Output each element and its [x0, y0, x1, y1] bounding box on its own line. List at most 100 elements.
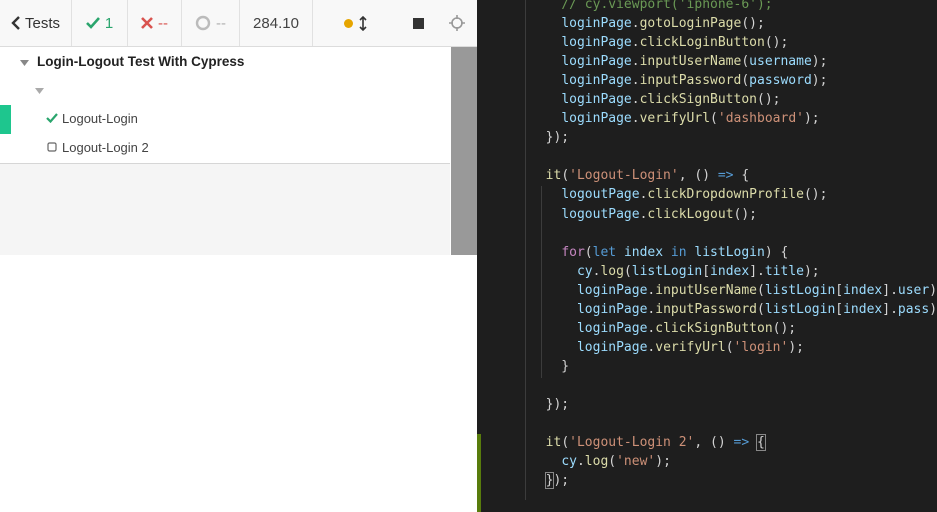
code-token: verifyUrl: [655, 339, 726, 355]
code-line[interactable]: it('Logout-Login 2', () => {: [530, 433, 937, 452]
code-token: logoutPage: [561, 206, 640, 222]
code-token: loginPage: [561, 16, 632, 32]
failed-count: --: [128, 0, 182, 46]
code-token: clickLoginButton: [639, 35, 765, 51]
sort-arrows-icon: [358, 15, 367, 31]
code-token: it: [545, 168, 562, 184]
suite-row[interactable]: Login-Logout Test With Cypress: [0, 48, 244, 74]
code-token: }: [530, 358, 570, 374]
code-line[interactable]: });: [530, 128, 937, 147]
indent-guide: [525, 0, 526, 500]
stop-icon: [412, 17, 424, 29]
code-line[interactable]: logoutPage.clickDropdownProfile();: [530, 185, 937, 204]
code-token: listLogin: [764, 282, 836, 298]
code-line[interactable]: [530, 147, 937, 166]
code-line[interactable]: loginPage.inputUserName(listLogin[index]…: [530, 281, 937, 300]
code-line[interactable]: loginPage.clickLoginButton();: [530, 33, 937, 52]
stop-button[interactable]: [397, 0, 439, 46]
code-token: {: [756, 434, 766, 452]
code-token: });: [530, 130, 570, 146]
tests-back-button[interactable]: Tests: [0, 0, 72, 46]
code-token: loginPage: [561, 35, 632, 51]
x-icon: [141, 17, 153, 29]
code-content[interactable]: // cy.viewport('iphone-6'); loginPage.go…: [530, 0, 937, 490]
code-token: , (): [678, 168, 718, 184]
code-token: );: [788, 339, 804, 355]
code-token: index: [623, 244, 664, 260]
code-token: for: [561, 244, 585, 260]
reporter-scrollbar[interactable]: [451, 47, 477, 255]
code-line[interactable]: for(let index in listLogin) {: [530, 243, 937, 262]
pending-count: --: [182, 0, 240, 46]
code-token: clickDropdownProfile: [647, 187, 804, 203]
code-token: );: [803, 111, 820, 127]
duration-value: 284.10: [253, 14, 299, 32]
auto-scroll-toggle[interactable]: [313, 0, 397, 46]
code-token: index: [710, 263, 750, 279]
passed-count-value: 1: [104, 14, 114, 32]
code-token: (: [623, 263, 632, 279]
code-line[interactable]: cy.log('new');: [530, 452, 937, 471]
empty-square-icon: [46, 141, 58, 153]
code-line[interactable]: [530, 224, 937, 243]
code-line[interactable]: loginPage.inputUserName(username);: [530, 52, 937, 71]
code-line[interactable]: loginPage.inputPassword(listLogin[index]…: [530, 300, 937, 319]
code-line[interactable]: logoutPage.clickLogout();: [530, 205, 937, 224]
code-token: password: [749, 73, 812, 89]
code-token: (: [725, 339, 734, 355]
code-token: (: [584, 244, 593, 260]
code-token: title: [764, 263, 804, 279]
passed-count: 1: [72, 0, 128, 46]
code-line[interactable]: [530, 414, 937, 433]
chevron-left-icon: [11, 16, 21, 30]
code-line[interactable]: loginPage.gotoLoginPage();: [530, 14, 937, 33]
code-line[interactable]: });: [530, 471, 937, 490]
code-token: .: [631, 16, 640, 32]
test-row[interactable]: Logout-Login: [0, 105, 450, 131]
code-token: loginPage: [576, 282, 648, 298]
code-line[interactable]: loginPage.clickSignButton();: [530, 319, 937, 338]
code-token: ();: [764, 35, 789, 51]
code-token: let: [592, 244, 617, 260]
code-line[interactable]: cy.log(listLogin[index].title);: [530, 262, 937, 281]
code-line[interactable]: loginPage.verifyUrl('login');: [530, 338, 937, 357]
selector-playground-button[interactable]: [439, 0, 477, 46]
code-token: in: [670, 244, 687, 260]
hook-row[interactable]: [0, 76, 44, 102]
code-token: cy: [561, 454, 577, 470]
code-line[interactable]: loginPage.clickSignButton();: [530, 90, 937, 109]
code-token: loginPage: [561, 54, 632, 70]
code-token: ();: [741, 16, 765, 32]
code-line[interactable]: it('Logout-Login', () => {: [530, 166, 937, 185]
code-line[interactable]: loginPage.verifyUrl('dashboard');: [530, 109, 937, 128]
code-token: username: [749, 54, 812, 70]
code-token: inputUserName: [655, 282, 757, 298]
code-line[interactable]: }: [530, 357, 937, 376]
modified-lines-marker: [477, 434, 481, 512]
test-title: Logout-Login: [62, 110, 138, 126]
circle-notch-icon: [195, 15, 211, 31]
code-line[interactable]: });: [530, 395, 937, 414]
test-row[interactable]: Logout-Login 2: [0, 134, 149, 160]
code-token: .: [631, 92, 640, 108]
suite-title: Login-Logout Test With Cypress: [37, 53, 245, 69]
code-token: listLogin: [694, 244, 765, 260]
code-token: (: [561, 168, 570, 184]
code-line[interactable]: [530, 376, 937, 395]
code-line[interactable]: // cy.viewport('iphone-6');: [530, 0, 937, 14]
code-token: (: [710, 111, 718, 127]
suite-container: Login-Logout Test With Cypress Logout-Lo…: [0, 47, 450, 164]
check-icon: [85, 17, 100, 29]
code-line[interactable]: loginPage.inputPassword(password);: [530, 71, 937, 90]
code-token: =>: [717, 168, 734, 184]
reporter-panel: Login-Logout Test With Cypress Logout-Lo…: [0, 47, 450, 255]
